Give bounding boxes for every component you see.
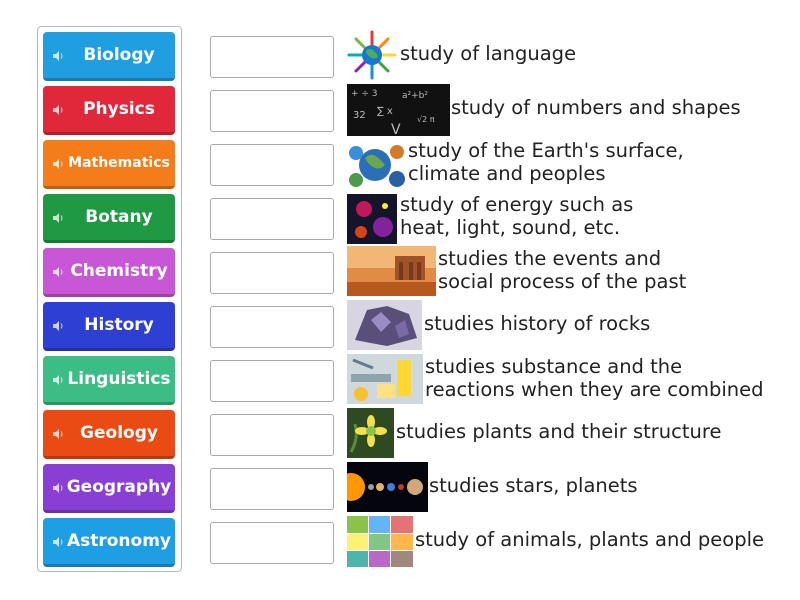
svg-text:+ ÷ 3: + ÷ 3 — [351, 89, 378, 99]
description-line: studies the events and — [438, 247, 662, 270]
tile-biology[interactable]: Biology — [43, 32, 175, 81]
speaker-icon[interactable] — [52, 320, 64, 332]
drop-slot[interactable] — [210, 198, 334, 240]
math-formulas-image: + ÷ 3 a²+b² 32 ∑ x √2 π V — [347, 84, 450, 136]
tile-label: Chemistry — [70, 261, 168, 281]
tile-physics[interactable]: Physics — [43, 86, 175, 135]
description-line: study of language — [400, 42, 577, 65]
tile-label: Geology — [80, 423, 158, 443]
speaker-icon[interactable] — [52, 482, 64, 494]
description-line: studies stars, planets — [429, 474, 638, 497]
speaker-icon[interactable] — [52, 158, 64, 170]
drop-slot[interactable] — [210, 522, 334, 564]
drop-slot[interactable] — [210, 360, 334, 402]
flower-image — [347, 408, 394, 458]
description-line: studies plants and their structure — [396, 420, 722, 443]
description-line: social process of the past — [438, 270, 687, 293]
tile-label: Physics — [83, 99, 155, 119]
tile-label: Botany — [85, 207, 153, 227]
svg-text:a²+b²: a²+b² — [402, 91, 428, 101]
description-text: studies substance and the reactions when… — [425, 355, 763, 401]
description-text: study of language — [400, 42, 576, 65]
tile-astronomy[interactable]: Astronomy — [43, 518, 175, 567]
tile-mathematics[interactable]: Mathematics — [43, 140, 175, 189]
description-text: studies history of rocks — [424, 312, 650, 335]
description-line: study of numbers and shapes — [451, 96, 741, 119]
drop-slot[interactable] — [210, 36, 334, 78]
description-line: studies substance and the — [425, 355, 683, 378]
speaker-icon[interactable] — [52, 266, 64, 278]
description-line: study of animals, plants and people — [415, 528, 765, 551]
tile-geography[interactable]: Geography — [43, 464, 175, 513]
tile-linguistics[interactable]: Linguistics — [43, 356, 175, 405]
colorful-globe-image — [347, 30, 397, 80]
tile-chemistry[interactable]: Chemistry — [43, 248, 175, 297]
solar-system-image — [347, 462, 428, 512]
description-text: study of animals, plants and people — [415, 528, 764, 551]
drop-slot[interactable] — [210, 468, 334, 510]
ancient-ruins-image — [347, 246, 436, 296]
tile-geology[interactable]: Geology — [43, 410, 175, 459]
description-text: study of energy such as heat, light, sou… — [400, 193, 633, 239]
tile-label: History — [84, 315, 154, 335]
svg-text:32: 32 — [353, 110, 366, 121]
speaker-icon[interactable] — [52, 50, 64, 62]
tile-label: Geography — [66, 477, 172, 497]
drop-slot[interactable] — [210, 414, 334, 456]
description-text: study of numbers and shapes — [451, 96, 741, 119]
globes-collage-image — [347, 140, 406, 190]
speaker-icon[interactable] — [52, 104, 64, 116]
speaker-icon[interactable] — [52, 536, 64, 548]
speaker-icon[interactable] — [52, 374, 64, 386]
description-line: study of the Earth's surface, — [408, 139, 684, 162]
description-text: study of the Earth's surface, climate an… — [408, 139, 684, 185]
description-line: heat, light, sound, etc. — [400, 216, 621, 239]
speaker-icon[interactable] — [52, 428, 64, 440]
tile-label: Linguistics — [67, 369, 171, 389]
description-text: studies the events and social process of… — [438, 247, 686, 293]
drop-slot[interactable] — [210, 144, 334, 186]
svg-text:√2 π: √2 π — [417, 115, 435, 124]
svg-text:V: V — [391, 122, 401, 136]
description-line: climate and peoples — [408, 162, 606, 185]
description-line: study of energy such as — [400, 193, 634, 216]
tile-label: Biology — [83, 45, 155, 65]
tile-label: Astronomy — [66, 531, 172, 551]
description-line: reactions when they are combined — [425, 378, 764, 401]
energy-image — [347, 194, 397, 244]
tile-label: Mathematics — [68, 155, 170, 171]
drop-slot[interactable] — [210, 252, 334, 294]
drop-slot[interactable] — [210, 306, 334, 348]
description-text: studies stars, planets — [429, 474, 638, 497]
svg-text:∑ x: ∑ x — [377, 106, 393, 117]
crystal-rock-image — [347, 300, 422, 350]
tile-botany[interactable]: Botany — [43, 194, 175, 243]
life-collage-image — [347, 516, 413, 567]
tile-history[interactable]: History — [43, 302, 175, 351]
description-line: studies history of rocks — [424, 312, 651, 335]
lab-equipment-image — [347, 354, 423, 404]
speaker-icon[interactable] — [52, 212, 64, 224]
description-text: studies plants and their structure — [396, 420, 721, 443]
drop-slot[interactable] — [210, 90, 334, 132]
